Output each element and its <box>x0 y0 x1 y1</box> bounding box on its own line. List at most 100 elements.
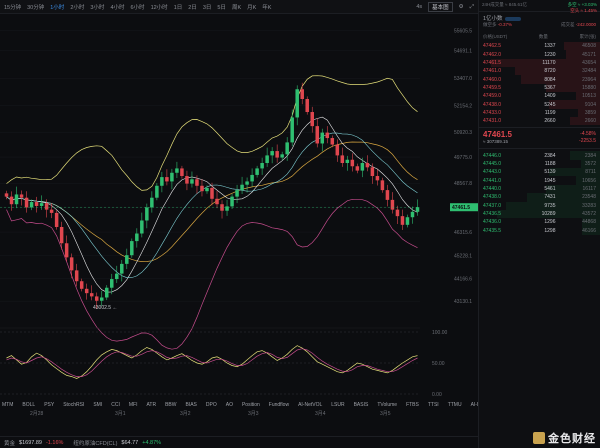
timeframe-5[interactable]: 4小时 <box>110 3 124 11</box>
indicator-17[interactable]: TVolume <box>377 402 397 408</box>
price-tick: 55605.5 <box>454 29 472 35</box>
bid-row[interactable]: 47435.5 1298 46166 <box>479 226 600 235</box>
order-book-panel: 24H成交量 ≈ 845.61亿 多空 ≈ +3.03% 空头 ≈ 1.45% … <box>478 0 600 448</box>
ask-row[interactable]: 47431.0 2660 2660 <box>479 117 600 126</box>
indicator-15[interactable]: LSUR <box>331 402 344 408</box>
bid-price: 47441.0 <box>483 177 502 184</box>
price-chart-area[interactable]: 55605.5 54691.1 53407.0 52154.2 50920.3 49775… <box>0 14 478 410</box>
timeframe-7[interactable]: 12小时 <box>151 3 168 11</box>
candle-body <box>290 117 294 143</box>
candle-body <box>4 193 9 197</box>
ask-row[interactable]: 47459.5 5367 15880 <box>479 83 600 93</box>
candle-body <box>24 197 29 208</box>
timeframe-1[interactable]: 30分钟 <box>27 3 44 11</box>
indicator-1[interactable]: BOLL <box>22 402 35 408</box>
ask-row[interactable]: 47461.5 11170 43654 <box>479 58 600 68</box>
bid-row[interactable]: 47443.0 5139 8711 <box>479 168 600 177</box>
indicator-2[interactable]: PSY <box>44 402 54 408</box>
bid-row[interactable]: 47436.0 1296 44868 <box>479 218 600 227</box>
indicator-16[interactable]: BASIS <box>354 402 369 408</box>
indicator-19[interactable]: TTSI <box>428 402 439 408</box>
indicator-10[interactable]: DPO <box>206 402 217 408</box>
candlestick-chart[interactable]: 55605.5 54691.1 53407.0 52154.2 50920.3 49775… <box>0 14 478 400</box>
timeframe-6[interactable]: 6小时 <box>131 3 145 11</box>
indicator-4[interactable]: SMI <box>93 402 102 408</box>
candle-body <box>14 194 19 205</box>
bid-total: 44868 <box>582 219 596 226</box>
timeframe-3[interactable]: 2小时 <box>70 3 84 11</box>
timeframe-8[interactable]: 1日 <box>174 3 183 11</box>
timeframe-13[interactable]: 月K <box>247 3 256 11</box>
candle-body <box>190 179 194 184</box>
timeframe-2[interactable]: 1小时 <box>50 3 64 11</box>
bid-row[interactable]: 47446.0 2384 2384 <box>479 151 600 160</box>
candle-body <box>175 168 179 173</box>
long-stat: 多空 ≈ +3.03% <box>567 2 597 7</box>
ask-row[interactable]: 47438.0 5245 9104 <box>479 100 600 109</box>
bid-price: 47437.0 <box>483 202 502 209</box>
logo: 金色财经 <box>533 430 596 446</box>
candle-body <box>335 144 340 156</box>
timeframe-0[interactable]: 15分钟 <box>4 3 21 11</box>
bid-row[interactable]: 47436.5 10289 43572 <box>479 209 600 219</box>
indicator-8[interactable]: BBW <box>165 402 176 408</box>
osc-tick: 100.00 <box>432 330 448 336</box>
bid-row[interactable]: 47441.0 1945 10656 <box>479 176 600 185</box>
indicator-5[interactable]: CCI <box>111 402 120 408</box>
bid-total: 3572 <box>584 160 596 167</box>
price-tick: 44166.6 <box>454 277 472 283</box>
ask-total: 9104 <box>584 101 596 108</box>
timeframe-9[interactable]: 2日 <box>188 3 197 11</box>
bid-total: 33283 <box>582 202 596 209</box>
candle-body <box>370 167 375 177</box>
indicator-6[interactable]: MFI <box>129 402 138 408</box>
indicator-11[interactable]: AO <box>226 402 233 408</box>
ask-qty: 8084 <box>544 76 556 83</box>
bid-qty: 7431 <box>544 194 556 201</box>
candle-body <box>310 112 314 127</box>
indicator-13[interactable]: Fundflow <box>269 402 289 408</box>
indicator-9[interactable]: BIAS <box>185 402 196 408</box>
timeframe-11[interactable]: 5日 <box>217 3 226 11</box>
timeframe-12[interactable]: 周K <box>232 3 241 11</box>
price-tick: 52154.2 <box>454 103 472 109</box>
candle-body <box>270 151 274 156</box>
timeframe-14[interactable]: 年K <box>262 3 271 11</box>
precision-toggle[interactable] <box>504 16 521 21</box>
candle-body <box>170 172 174 182</box>
ask-total: 45171 <box>582 51 596 58</box>
indicator-12[interactable]: Position <box>242 402 260 408</box>
timeframe-4[interactable]: 3小时 <box>90 3 104 11</box>
indicator-7[interactable]: ATR <box>146 402 156 408</box>
indicator-14[interactable]: AI-NetVOL <box>298 402 322 408</box>
candle-body <box>205 187 209 192</box>
candle-body <box>84 288 89 294</box>
ask-row[interactable]: 47433.0 1199 3859 <box>479 108 600 118</box>
view-mode-button[interactable]: 基本图 <box>428 2 453 12</box>
timeframe-10[interactable]: 3日 <box>203 3 212 11</box>
candle-body <box>165 177 169 182</box>
bid-row[interactable]: 47437.0 9735 33283 <box>479 201 600 210</box>
indicator-18[interactable]: FTBS <box>406 402 419 408</box>
candle-body <box>120 263 124 274</box>
ask-qty: 1337 <box>544 43 556 50</box>
ask-row[interactable]: 47462.0 1230 45171 <box>479 50 600 59</box>
ask-row[interactable]: 47460.0 8084 23964 <box>479 75 600 84</box>
candle-body <box>104 287 109 298</box>
settings-icon[interactable]: ⚙ <box>459 4 464 10</box>
bid-row[interactable]: 47438.0 7431 23548 <box>479 193 600 202</box>
fullscreen-icon[interactable]: ⤢ <box>470 4 474 11</box>
change-pct: -4.58% <box>580 131 596 138</box>
indicator-3[interactable]: StochRSI <box>63 402 84 408</box>
indicator-0[interactable]: MTM <box>2 402 13 408</box>
indicator-20[interactable]: TTMU <box>448 402 462 408</box>
candle-body <box>64 243 69 258</box>
bid-row[interactable]: 47445.0 1188 3572 <box>479 159 600 169</box>
ask-row[interactable]: 47462.5 1337 46508 <box>479 42 600 51</box>
ask-row[interactable]: 47461.0 8720 32484 <box>479 67 600 76</box>
candle-body <box>265 155 269 163</box>
ask-row[interactable]: 47459.0 1409 10513 <box>479 92 600 101</box>
candle-body <box>99 297 104 301</box>
bid-row[interactable]: 47440.0 5461 16117 <box>479 184 600 194</box>
candle-body <box>375 176 380 181</box>
